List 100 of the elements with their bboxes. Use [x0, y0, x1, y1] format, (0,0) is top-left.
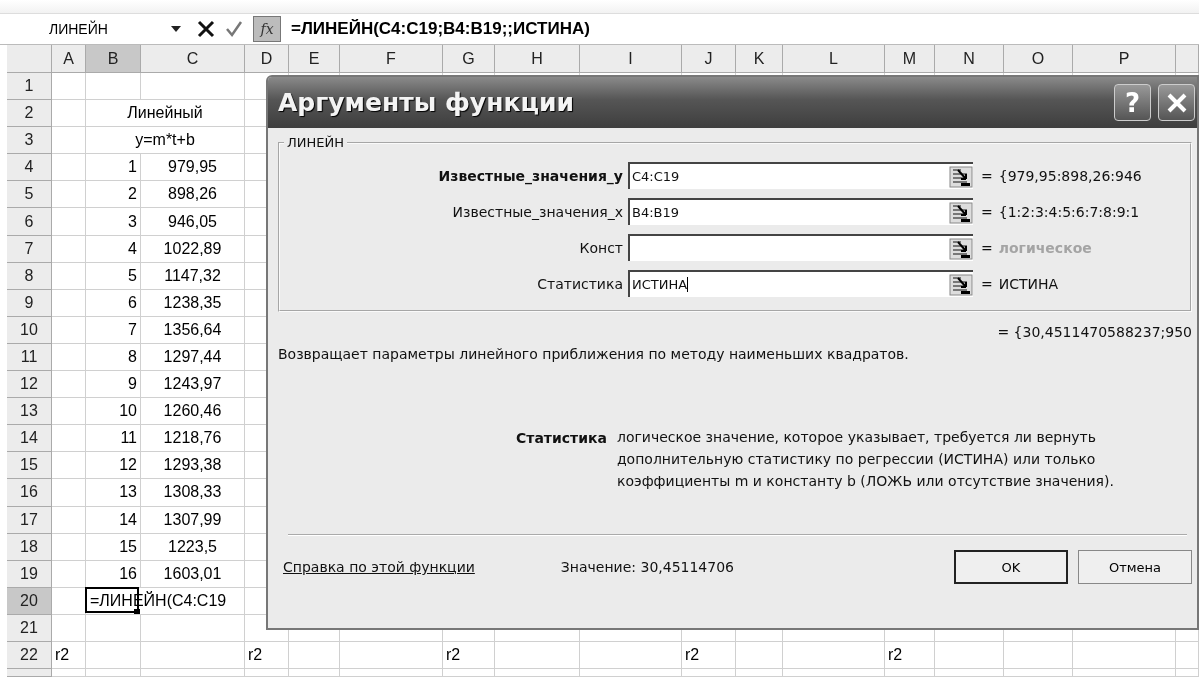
dropdown-caret-icon[interactable] — [171, 26, 181, 32]
collapse-range-icon[interactable] — [949, 165, 973, 188]
table-cell — [52, 181, 86, 209]
row-header[interactable]: 16 — [7, 479, 52, 507]
row-header[interactable]: 8 — [7, 262, 52, 290]
table-cell: 14 — [86, 506, 141, 534]
name-box-text: ЛИНЕЙН — [49, 21, 108, 37]
table-cell — [52, 154, 86, 182]
row-header[interactable]: 12 — [7, 371, 52, 399]
formula-result: = {30,4511470588237;950 — [996, 324, 1192, 340]
column-header[interactable]: E — [289, 45, 340, 73]
column-header[interactable]: H — [495, 45, 580, 73]
cancel-icon[interactable] — [197, 20, 215, 38]
row-header[interactable]: 6 — [7, 208, 52, 236]
row-header[interactable]: 20 — [7, 587, 52, 615]
row-header[interactable]: 1 — [7, 73, 52, 101]
column-header[interactable]: M — [885, 45, 935, 73]
row-header[interactable]: 2 — [7, 100, 52, 128]
column-header[interactable]: N — [935, 45, 1004, 73]
column-header[interactable]: I — [580, 45, 682, 73]
ok-button[interactable]: OK — [954, 550, 1068, 584]
insert-function-button[interactable]: fx — [253, 16, 281, 42]
collapse-range-icon[interactable] — [949, 273, 973, 296]
argument-field[interactable]: C4:C19 — [628, 162, 973, 189]
table-cell — [86, 73, 141, 101]
column-header[interactable]: D — [245, 45, 289, 73]
table-cell: 15 — [86, 533, 141, 561]
column-header[interactable]: G — [443, 45, 495, 73]
table-cell — [52, 100, 86, 128]
table-cell: 1603,01 — [141, 560, 245, 588]
row-header[interactable]: 3 — [7, 127, 52, 155]
row-header[interactable]: 9 — [7, 289, 52, 317]
table-cell — [245, 669, 289, 678]
row-header[interactable]: 7 — [7, 235, 52, 263]
argument-field[interactable]: B4:B19 — [628, 198, 973, 225]
table-cell: 12 — [86, 452, 141, 480]
row-header[interactable]: 11 — [7, 343, 52, 372]
formula-text[interactable]: =ЛИНЕЙН(C4:C19;B4:B19;;ИСТИНА) — [291, 19, 590, 39]
row-header[interactable]: 5 — [7, 181, 52, 209]
column-header[interactable]: F — [340, 45, 443, 73]
column-header[interactable]: P — [1073, 45, 1176, 73]
table-cell — [52, 343, 86, 372]
table-cell — [52, 614, 86, 642]
checkmark-icon[interactable] — [225, 20, 243, 38]
column-header[interactable]: A — [52, 45, 86, 73]
row-header[interactable]: 15 — [7, 452, 52, 480]
argument-field[interactable] — [628, 234, 973, 261]
argument-result: {979,95:898,26:946 — [998, 167, 1142, 184]
row-header[interactable]: 22 — [7, 641, 52, 670]
table-cell — [1176, 641, 1199, 670]
column-header[interactable]: C — [141, 45, 245, 73]
cancel-button[interactable]: Отмена — [1078, 550, 1192, 584]
row-header[interactable]: 14 — [7, 425, 52, 453]
collapse-range-icon[interactable] — [949, 237, 973, 260]
equals-sign: = — [981, 203, 993, 220]
column-header[interactable]: K — [736, 45, 783, 73]
table-cell: 4 — [86, 235, 141, 263]
row-header[interactable]: 13 — [7, 398, 52, 426]
table-cell — [52, 235, 86, 263]
row-header[interactable]: 18 — [7, 533, 52, 561]
table-cell: 1356,64 — [141, 316, 245, 344]
table-cell — [52, 506, 86, 534]
argument-result: {1:2:3:4:5:6:7:8:9:1 — [998, 203, 1140, 220]
table-cell: Линейный — [86, 100, 245, 128]
row-header[interactable]: 21 — [7, 614, 52, 642]
row-header[interactable]: 17 — [7, 506, 52, 534]
table-cell — [52, 425, 86, 453]
argument-field[interactable]: ИСТИНА — [628, 270, 973, 297]
value-text: Значение: 30,45114706 — [560, 559, 734, 575]
table-cell — [289, 641, 340, 670]
table-cell: 1 — [86, 154, 141, 182]
help-button[interactable]: ? — [1114, 84, 1151, 121]
column-header[interactable]: J — [682, 45, 736, 73]
table-cell — [52, 127, 86, 155]
row-header[interactable]: 19 — [7, 560, 52, 588]
table-cell: 2 — [86, 181, 141, 209]
row-header[interactable]: 10 — [7, 316, 52, 344]
name-box[interactable]: ЛИНЕЙН — [7, 16, 187, 42]
table-cell: r2 — [52, 641, 86, 670]
table-cell: 10 — [86, 398, 141, 426]
column-header[interactable]: L — [783, 45, 885, 73]
equals-sign: = — [981, 167, 993, 184]
table-cell — [736, 669, 783, 678]
table-cell: 946,05 — [141, 208, 245, 236]
table-cell: 13 — [86, 479, 141, 507]
collapse-range-icon[interactable] — [949, 201, 973, 224]
table-cell — [443, 669, 495, 678]
fill-handle[interactable] — [134, 608, 140, 614]
table-cell — [86, 669, 141, 678]
row-header[interactable]: 4 — [7, 154, 52, 182]
column-header[interactable]: O — [1004, 45, 1073, 73]
table-cell: 1293,38 — [141, 452, 245, 480]
table-cell: r2 — [443, 641, 495, 670]
table-cell: 1223,5 — [141, 533, 245, 561]
table-cell — [52, 262, 86, 290]
column-header[interactable]: B — [86, 45, 141, 73]
table-cell — [52, 533, 86, 561]
close-button[interactable] — [1158, 84, 1195, 121]
help-link[interactable]: Справка по этой функции — [283, 559, 475, 575]
table-cell: 11 — [86, 425, 141, 453]
